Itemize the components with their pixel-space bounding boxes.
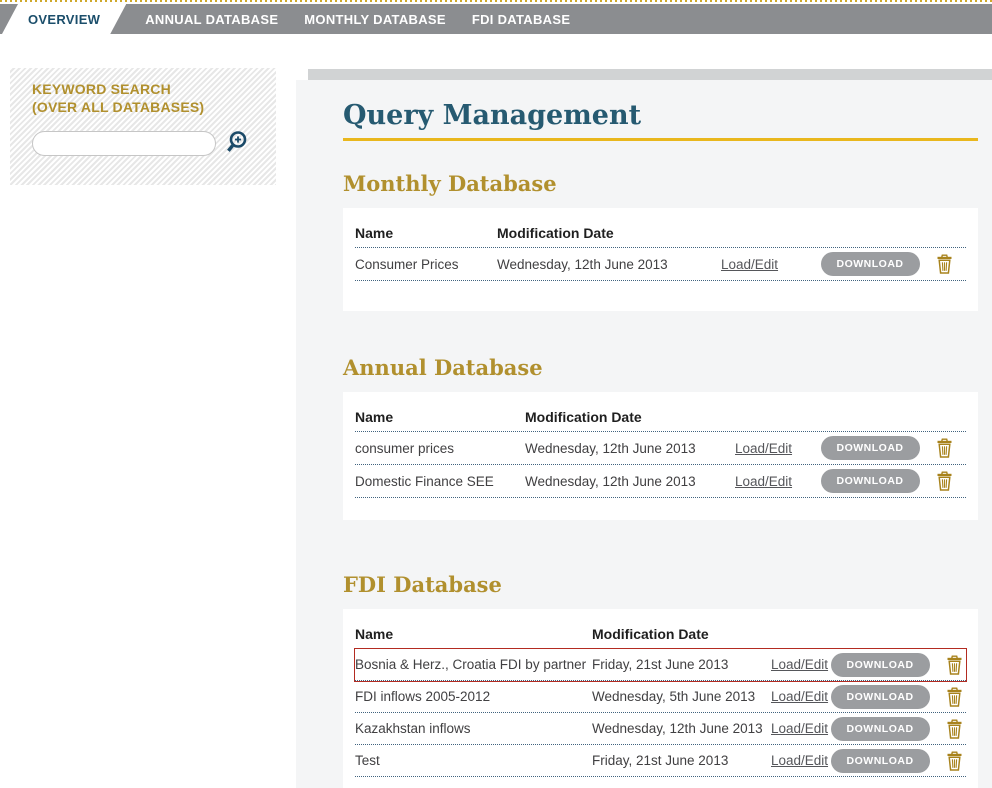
column-header-modification-date: Modification Date [497, 225, 721, 241]
trash-icon[interactable] [932, 655, 976, 675]
query-modification-date: Friday, 21st June 2013 [592, 657, 771, 672]
download-button[interactable]: DOWNLOAD [831, 653, 930, 677]
table-header: Name Modification Date [355, 218, 966, 248]
main-content: Query Management Monthly Database Name M… [296, 80, 992, 788]
tab-annual-database-label: ANNUAL DATABASE [145, 12, 278, 27]
query-modification-date: Friday, 21st June 2013 [592, 753, 771, 768]
query-modification-date: Wednesday, 12th June 2013 [525, 441, 735, 456]
keyword-search-title-line1: KEYWORD SEARCH [32, 80, 256, 98]
load-edit-link[interactable]: Load/Edit [771, 689, 828, 704]
trash-icon[interactable] [932, 719, 976, 739]
query-name: consumer prices [355, 441, 525, 456]
load-edit-link[interactable]: Load/Edit [771, 657, 828, 672]
download-button[interactable]: DOWNLOAD [821, 436, 920, 460]
column-header-name: Name [355, 626, 592, 642]
content-top-bar [308, 69, 992, 80]
query-name: Kazakhstan inflows [355, 721, 592, 736]
annual-database-card: Name Modification Date consumer prices W… [343, 392, 978, 520]
search-row [32, 129, 256, 157]
trash-icon[interactable] [932, 687, 976, 707]
download-button[interactable]: DOWNLOAD [831, 685, 930, 709]
table-row-highlighted: Bosnia & Herz., Croatia FDI by partner F… [355, 649, 966, 681]
load-edit-link[interactable]: Load/Edit [735, 441, 792, 456]
keyword-search-panel: KEYWORD SEARCH (OVER ALL DATABASES) [10, 68, 276, 185]
fdi-database-card: Name Modification Date Bosnia & Herz., C… [343, 609, 978, 788]
load-edit-link[interactable]: Load/Edit [771, 753, 828, 768]
download-button[interactable]: DOWNLOAD [821, 469, 920, 493]
download-button[interactable]: DOWNLOAD [831, 749, 930, 773]
query-modification-date: Wednesday, 5th June 2013 [592, 689, 771, 704]
table-row: Test Friday, 21st June 2013 Load/Edit DO… [355, 745, 966, 777]
tab-overview[interactable]: OVERVIEW [2, 4, 126, 34]
page: OVERVIEW ANNUAL DATABASE MONTHLY DATABAS… [0, 0, 992, 788]
query-modification-date: Wednesday, 12th June 2013 [592, 721, 771, 736]
column-header-name: Name [355, 225, 497, 241]
column-header-modification-date: Modification Date [525, 409, 735, 425]
tab-overview-label: OVERVIEW [28, 12, 100, 27]
column-header-name: Name [355, 409, 525, 425]
query-modification-date: Wednesday, 12th June 2013 [525, 474, 735, 489]
tab-fdi-database[interactable]: FDI DATABASE [459, 4, 583, 34]
section-heading-fdi: FDI Database [343, 572, 978, 597]
load-edit-link[interactable]: Load/Edit [735, 474, 792, 489]
tab-monthly-database-label: MONTHLY DATABASE [304, 12, 446, 27]
section-heading-monthly: Monthly Database [343, 171, 978, 196]
table-row: Domestic Finance SEE Wednesday, 12th Jun… [355, 465, 966, 498]
table-row: Kazakhstan inflows Wednesday, 12th June … [355, 713, 966, 745]
search-input[interactable] [32, 131, 216, 156]
query-modification-date: Wednesday, 12th June 2013 [497, 257, 721, 272]
load-edit-link[interactable]: Load/Edit [771, 721, 828, 736]
tab-monthly-database[interactable]: MONTHLY DATABASE [291, 4, 459, 34]
download-button[interactable]: DOWNLOAD [821, 252, 920, 276]
keyword-search-title: KEYWORD SEARCH (OVER ALL DATABASES) [32, 80, 256, 116]
query-name: Domestic Finance SEE [355, 474, 525, 489]
trash-icon[interactable] [932, 751, 976, 771]
query-name: FDI inflows 2005-2012 [355, 689, 592, 704]
table-header: Name Modification Date [355, 402, 966, 432]
column-header-modification-date: Modification Date [592, 626, 771, 642]
keyword-search-title-line2: (OVER ALL DATABASES) [32, 98, 256, 116]
table-row: Consumer Prices Wednesday, 12th June 201… [355, 248, 966, 281]
query-name: Consumer Prices [355, 257, 497, 272]
load-edit-link[interactable]: Load/Edit [721, 257, 778, 272]
trash-icon[interactable] [922, 438, 966, 458]
page-title: Query Management [343, 100, 978, 141]
monthly-database-card: Name Modification Date Consumer Prices W… [343, 208, 978, 311]
table-row: consumer prices Wednesday, 12th June 201… [355, 432, 966, 465]
zoom-in-magnifier-icon[interactable] [225, 129, 252, 157]
table-header: Name Modification Date [355, 619, 966, 649]
table-row: FDI inflows 2005-2012 Wednesday, 5th Jun… [355, 681, 966, 713]
tab-fdi-database-label: FDI DATABASE [472, 12, 570, 27]
trash-icon[interactable] [922, 254, 966, 274]
tab-annual-database[interactable]: ANNUAL DATABASE [132, 4, 291, 34]
top-navigation: OVERVIEW ANNUAL DATABASE MONTHLY DATABAS… [0, 4, 992, 34]
query-name: Bosnia & Herz., Croatia FDI by partner [355, 657, 592, 672]
section-heading-annual: Annual Database [343, 355, 978, 380]
trash-icon[interactable] [922, 471, 966, 491]
download-button[interactable]: DOWNLOAD [831, 717, 930, 741]
query-name: Test [355, 753, 592, 768]
